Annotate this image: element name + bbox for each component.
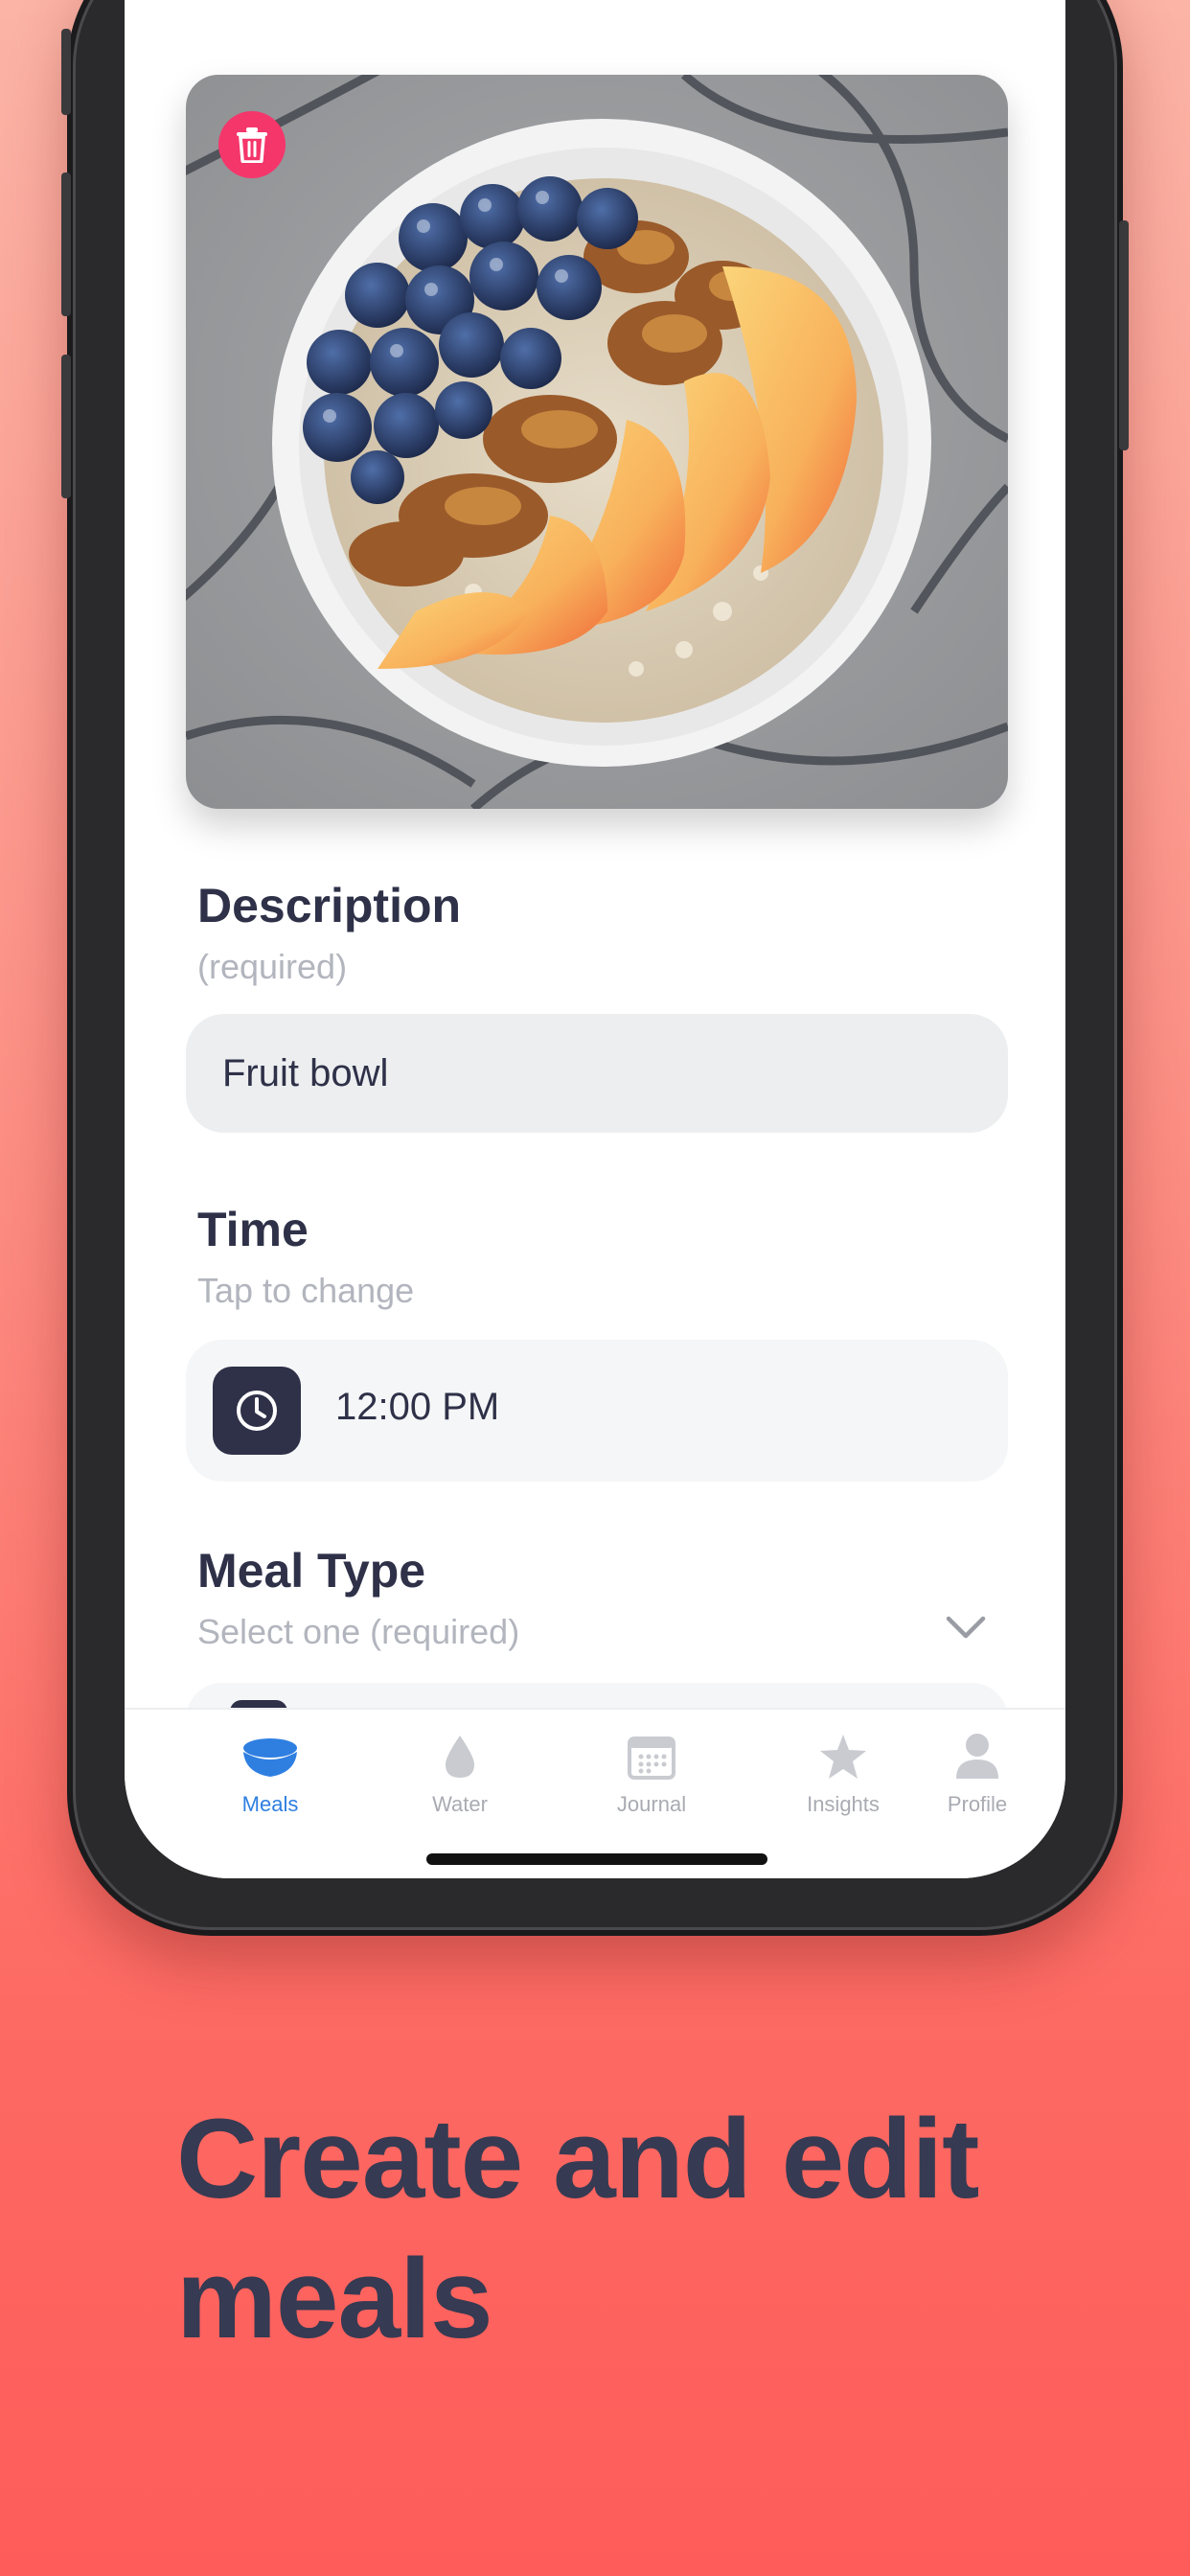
tab-journal-label: Journal <box>616 1792 687 1816</box>
time-picker[interactable]: 12:00 PM <box>186 1340 1008 1482</box>
description-input[interactable] <box>186 1014 1008 1133</box>
side-button-right <box>1119 220 1129 450</box>
clock-tile <box>213 1367 301 1455</box>
phone-screen: Description (required) Time Tap to chang… <box>125 0 1065 1878</box>
tab-water[interactable]: Water <box>383 1727 537 1817</box>
headline: Create and edit meals <box>176 2096 979 2362</box>
trash-icon <box>237 127 267 163</box>
side-button-left-1 <box>61 29 71 115</box>
description-title: Description <box>197 879 462 932</box>
home-indicator[interactable] <box>426 1853 767 1865</box>
star-icon <box>820 1735 866 1779</box>
tab-insights-label: Insights <box>807 1792 880 1816</box>
delete-photo-button[interactable] <box>218 111 286 178</box>
clock-icon <box>237 1391 277 1431</box>
meal-type-subtitle: Select one (required) <box>197 1612 520 1651</box>
time-subtitle: Tap to change <box>197 1271 415 1310</box>
tab-meals-label: Meals <box>241 1792 299 1816</box>
tab-meals[interactable]: Meals <box>194 1727 347 1817</box>
person-icon <box>956 1734 998 1779</box>
tab-profile[interactable]: Profile <box>929 1727 1025 1817</box>
time-value: 12:00 PM <box>335 1386 500 1428</box>
side-button-left-3 <box>61 355 71 498</box>
meal-photo <box>186 75 1008 809</box>
tab-profile-label: Profile <box>947 1792 1008 1816</box>
bowl-icon <box>243 1738 297 1777</box>
chevron-down-icon[interactable] <box>945 1614 987 1641</box>
description-subtitle: (required) <box>197 947 348 986</box>
side-button-left-2 <box>61 172 71 316</box>
calendar-icon <box>628 1736 675 1780</box>
tab-insights[interactable]: Insights <box>767 1727 920 1817</box>
tab-journal[interactable]: Journal <box>575 1727 728 1817</box>
water-drop-icon <box>446 1736 474 1778</box>
time-title: Time <box>197 1203 309 1256</box>
meal-type-title: Meal Type <box>197 1544 426 1598</box>
meal-photo-card[interactable] <box>186 75 1008 809</box>
tab-water-label: Water <box>432 1792 488 1816</box>
